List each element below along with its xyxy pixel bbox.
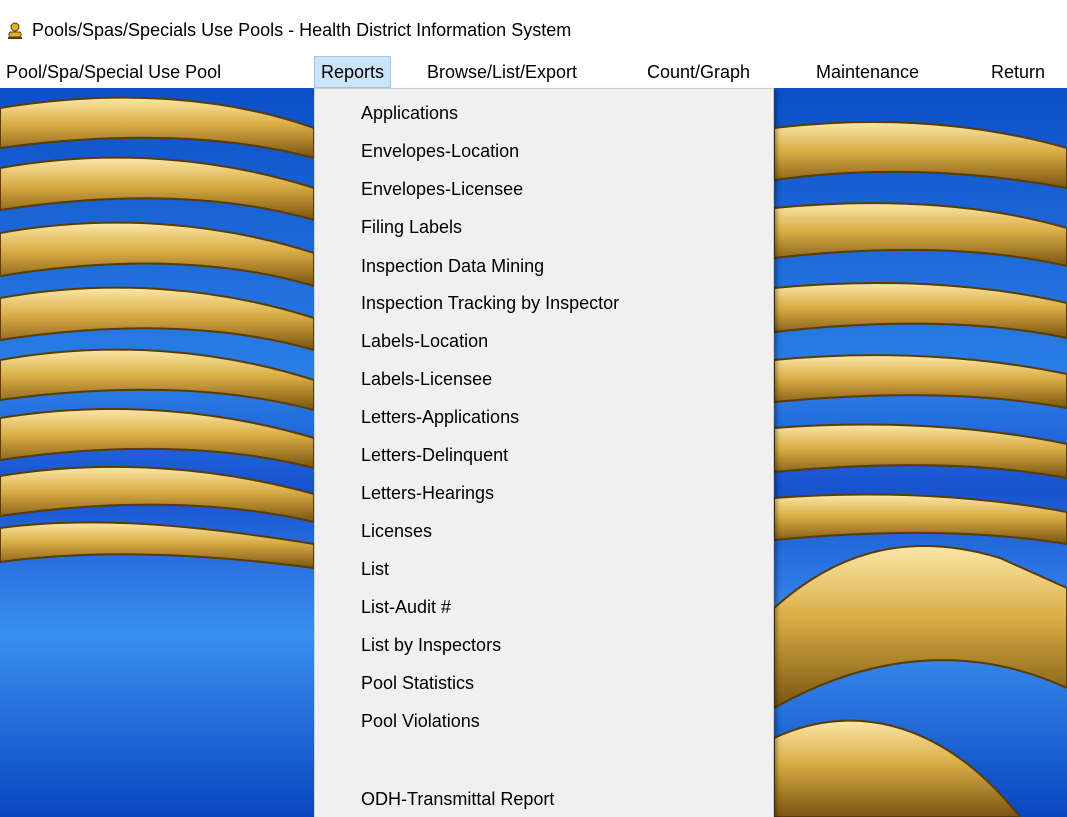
menu-item-applications[interactable]: Applications	[361, 100, 458, 126]
menu-return[interactable]: Return	[985, 56, 1051, 88]
menu-item-list-audit[interactable]: List-Audit #	[361, 594, 451, 620]
menu-item-filing-labels[interactable]: Filing Labels	[361, 214, 462, 240]
menu-bar: Pool/Spa/Special Use Pool Reports Browse…	[0, 56, 1067, 88]
menu-count-graph[interactable]: Count/Graph	[641, 56, 756, 88]
menu-item-labels-location[interactable]: Labels-Location	[361, 328, 488, 354]
window-title: Pools/Spas/Specials Use Pools - Health D…	[32, 20, 572, 40]
menu-item-licenses[interactable]: Licenses	[361, 518, 432, 544]
menu-item-list-by-inspectors[interactable]: List by Inspectors	[361, 632, 501, 658]
menu-item-envelopes-licensee[interactable]: Envelopes-Licensee	[361, 176, 523, 202]
menu-item-envelopes-location[interactable]: Envelopes-Location	[361, 138, 519, 164]
menu-browse-list-export[interactable]: Browse/List/Export	[421, 56, 583, 88]
menu-item-letters-hearings[interactable]: Letters-Hearings	[361, 480, 494, 506]
menu-item-pool-violations[interactable]: Pool Violations	[361, 708, 480, 734]
menu-maintenance[interactable]: Maintenance	[810, 56, 925, 88]
menu-item-labels-licensee[interactable]: Labels-Licensee	[361, 366, 492, 392]
menu-item-list[interactable]: List	[361, 556, 389, 582]
reports-dropdown-menu: Applications Envelopes-Location Envelope…	[314, 88, 774, 817]
app-person-icon	[8, 22, 22, 39]
menu-item-inspection-data-mining[interactable]: Inspection Data Mining	[361, 253, 544, 279]
menu-item-inspection-tracking-by-inspector[interactable]: Inspection Tracking by Inspector	[361, 290, 619, 316]
menu-item-letters-applications[interactable]: Letters-Applications	[361, 404, 519, 430]
menu-item-odh-transmittal-report[interactable]: ODH-Transmittal Report	[361, 786, 554, 812]
menu-item-letters-delinquent[interactable]: Letters-Delinquent	[361, 442, 508, 468]
menu-pool-spa-special-use-pool[interactable]: Pool/Spa/Special Use Pool	[0, 56, 227, 88]
menu-item-pool-statistics[interactable]: Pool Statistics	[361, 670, 474, 696]
title-bar: Pools/Spas/Specials Use Pools - Health D…	[0, 0, 1067, 56]
menu-reports[interactable]: Reports	[314, 56, 392, 88]
